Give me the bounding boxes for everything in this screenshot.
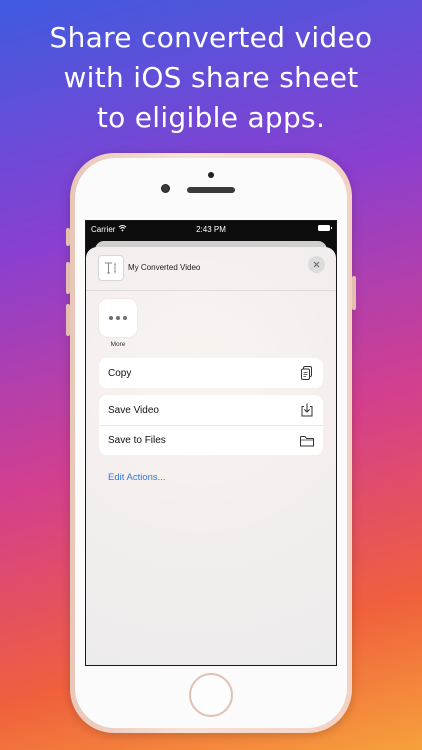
promo-headline: Share converted video with iOS share she… bbox=[0, 18, 422, 138]
save-to-files-action[interactable]: Save to Files bbox=[99, 425, 323, 455]
headline-line-2: with iOS share sheet bbox=[63, 61, 359, 94]
folder-icon bbox=[300, 436, 314, 447]
file-title: My Converted Video bbox=[128, 263, 201, 272]
save-download-icon bbox=[301, 403, 313, 417]
copy-action[interactable]: Copy bbox=[99, 358, 323, 388]
proximity-sensor bbox=[208, 172, 214, 178]
more-apps-button[interactable] bbox=[99, 299, 137, 337]
headline-line-3: to eligible apps. bbox=[96, 101, 326, 134]
status-time: 2:43 PM bbox=[196, 225, 226, 234]
volume-down-button bbox=[66, 304, 70, 336]
copy-label: Copy bbox=[108, 367, 132, 379]
save-video-action[interactable]: Save Video bbox=[99, 395, 323, 425]
earpiece-speaker bbox=[187, 187, 235, 193]
edit-actions-link[interactable]: Edit Actions... bbox=[108, 472, 166, 483]
copy-icon bbox=[301, 366, 312, 380]
more-label: More bbox=[110, 341, 126, 348]
save-video-label: Save Video bbox=[108, 404, 159, 416]
phone-screen: Carrier 2:43 PM My Converted Video More … bbox=[85, 220, 337, 666]
save-to-files-label: Save to Files bbox=[108, 435, 166, 446]
action-group-save: Save Video Save to Files bbox=[99, 395, 323, 455]
power-button bbox=[352, 276, 356, 310]
volume-up-button bbox=[66, 262, 70, 294]
headline-line-1: Share converted video bbox=[49, 21, 373, 54]
close-button[interactable] bbox=[308, 256, 325, 273]
status-bar: Carrier 2:43 PM bbox=[86, 221, 336, 237]
text-document-icon bbox=[98, 255, 124, 281]
share-sheet: My Converted Video More Copy Save Video … bbox=[86, 247, 336, 665]
mute-switch bbox=[66, 228, 70, 246]
close-icon bbox=[313, 261, 320, 268]
home-button[interactable] bbox=[189, 673, 233, 717]
action-group-copy: Copy bbox=[99, 358, 323, 388]
front-camera bbox=[161, 184, 170, 193]
more-dots-icon bbox=[109, 316, 127, 320]
battery-icon bbox=[318, 225, 332, 231]
share-sheet-header: My Converted Video bbox=[86, 247, 336, 291]
